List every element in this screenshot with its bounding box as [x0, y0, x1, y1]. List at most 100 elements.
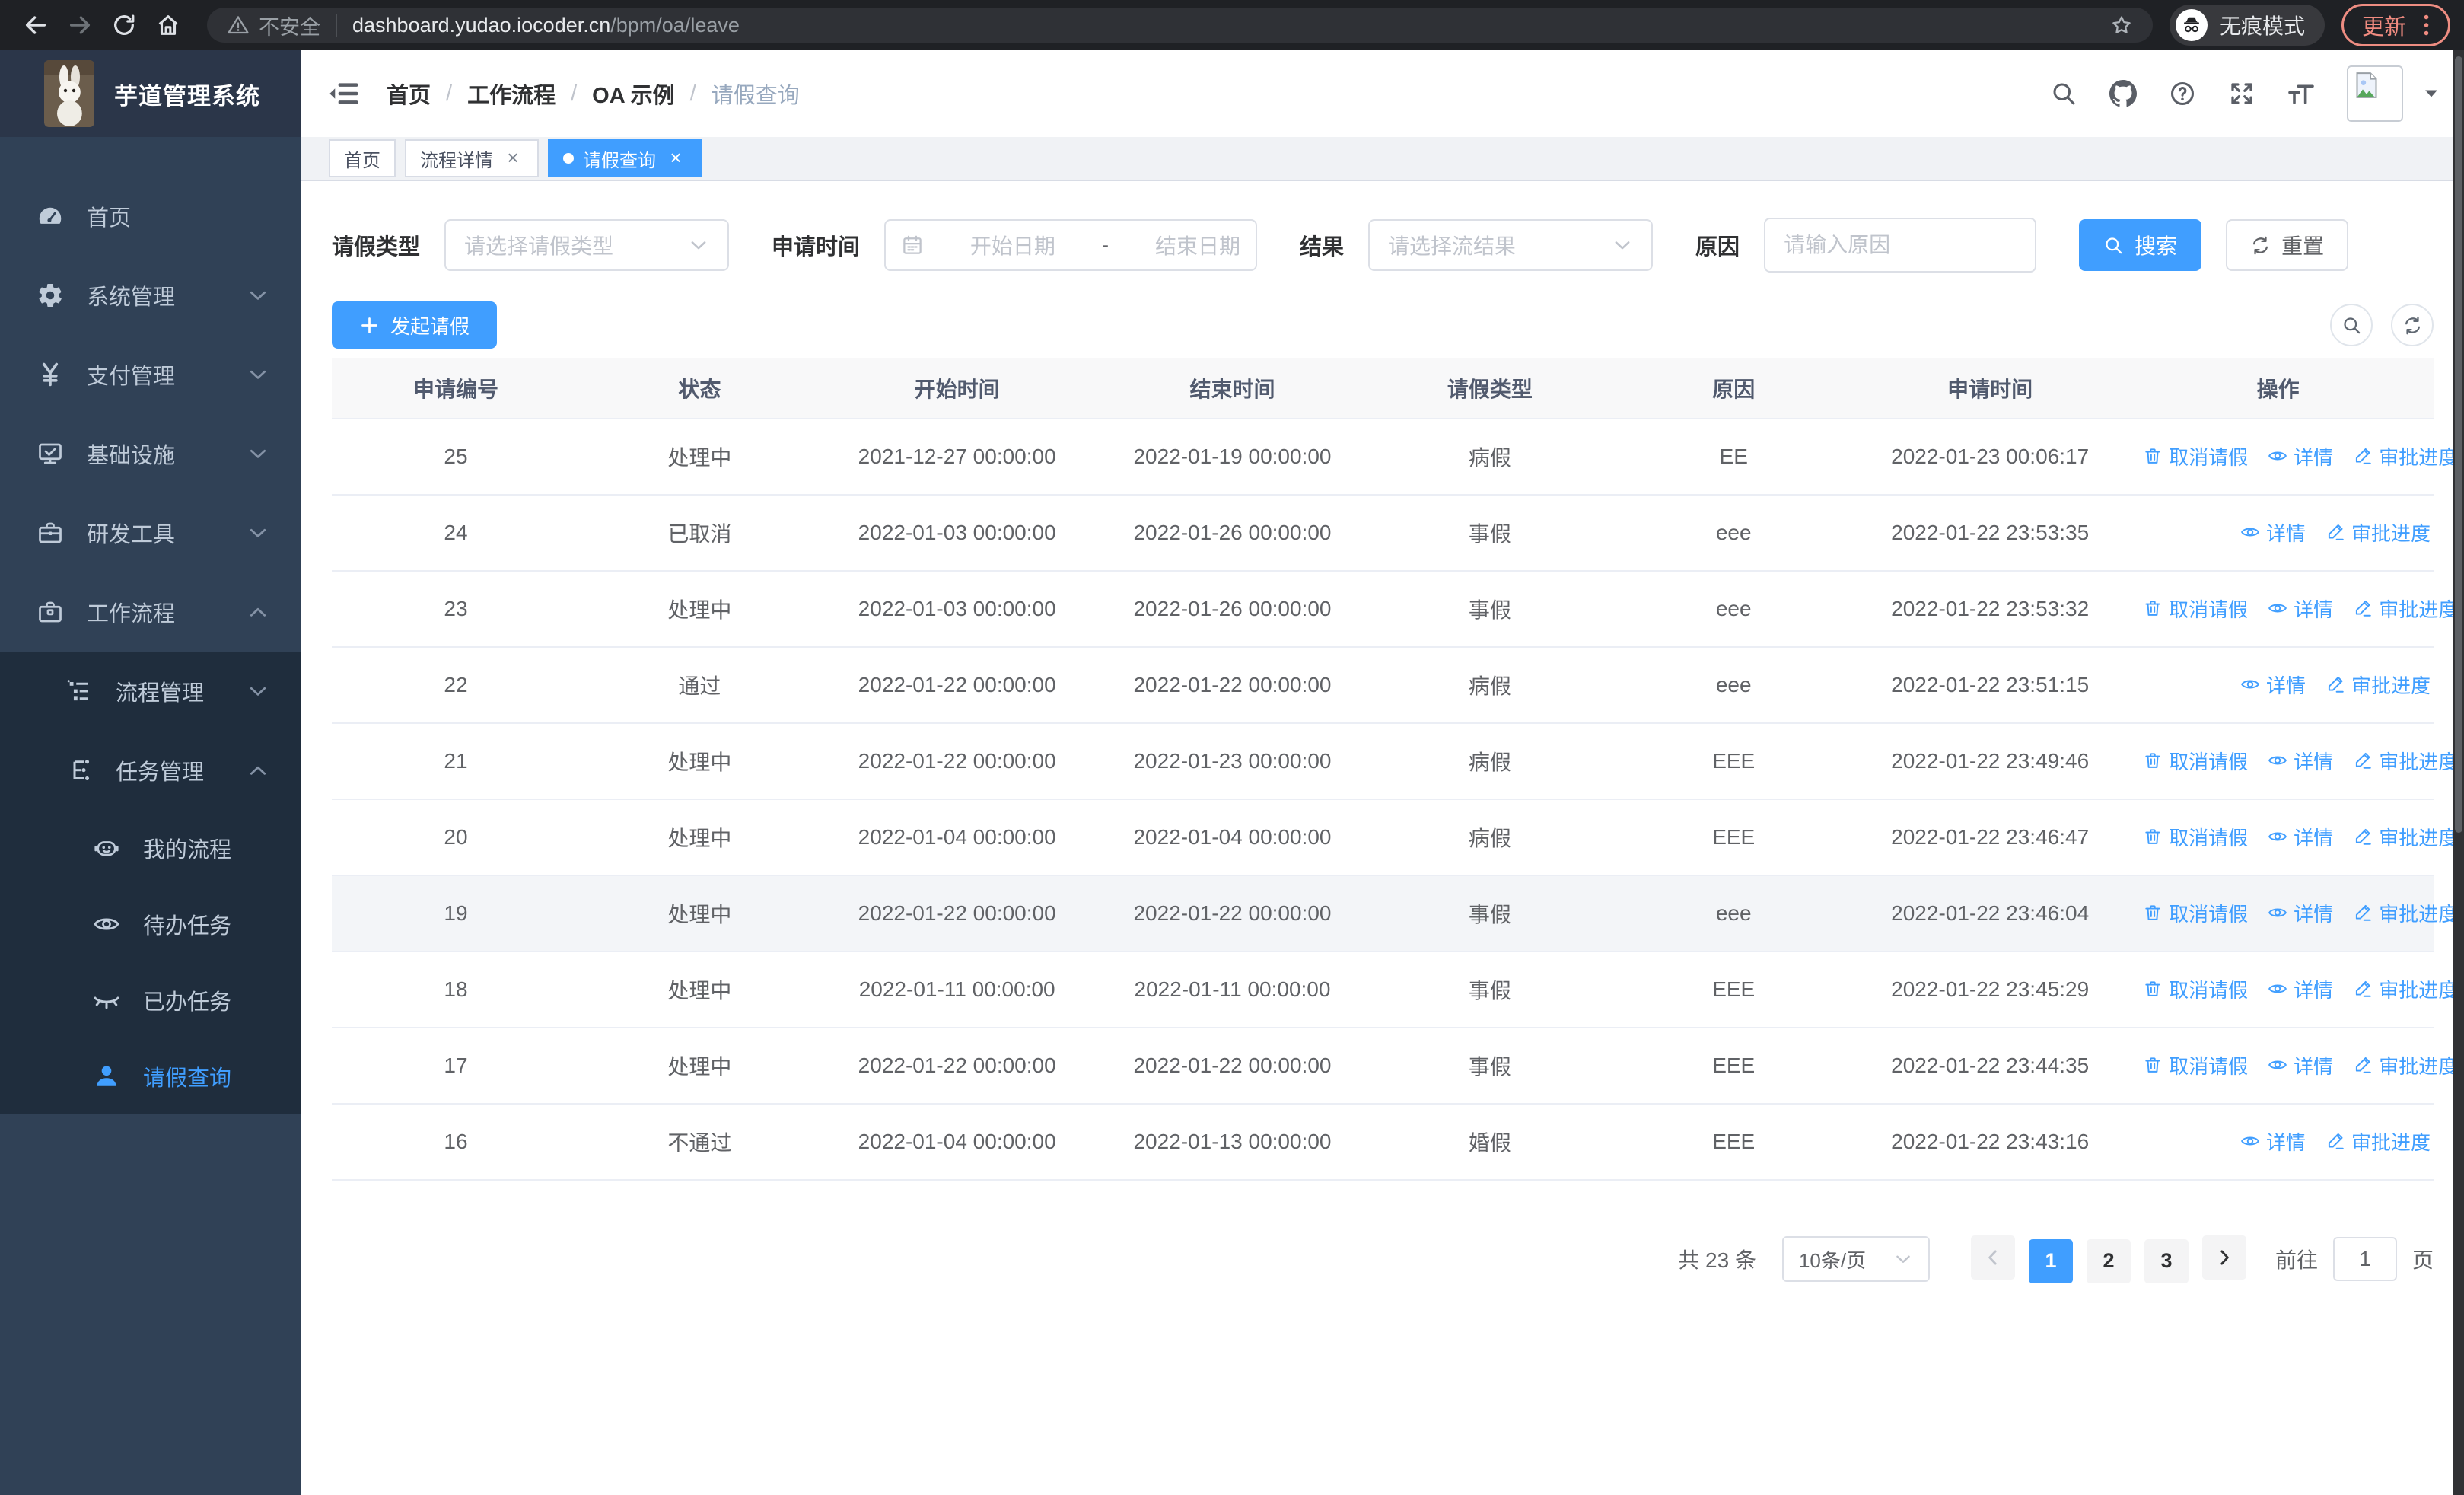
- detail-action-link[interactable]: 详情: [2240, 1127, 2306, 1156]
- reload-button[interactable]: [102, 3, 146, 47]
- column-header: 原因: [1609, 358, 1858, 419]
- forward-button[interactable]: [58, 3, 102, 47]
- url-bar[interactable]: 不安全 dashboard.yudao.iocoder.cn /bpm/oa/l…: [207, 8, 2153, 43]
- goto-page-input[interactable]: [2332, 1237, 2397, 1282]
- detail-action-link[interactable]: 详情: [2268, 899, 2333, 927]
- cell-end-time: 2022-01-26 00:00:00: [1094, 571, 1370, 648]
- hamburger-icon[interactable]: [327, 77, 361, 110]
- scrollbar-thumb[interactable]: [2455, 56, 2462, 833]
- refresh-table-button[interactable]: [2391, 304, 2434, 346]
- security-label[interactable]: 不安全: [259, 11, 320, 40]
- table-row[interactable]: 19 处理中 2022-01-22 00:00:00 2022-01-22 00:00…: [332, 875, 2458, 952]
- cancel-action-link[interactable]: 取消请假: [2143, 442, 2248, 470]
- show-search-button[interactable]: [2330, 304, 2373, 346]
- breadcrumb-item[interactable]: 工作流程: [467, 78, 556, 110]
- progress-action-link[interactable]: 审批进度: [2353, 1051, 2458, 1079]
- progress-action-link[interactable]: 审批进度: [2326, 518, 2431, 547]
- tab-home[interactable]: 首页: [329, 139, 396, 177]
- progress-action-link[interactable]: 审批进度: [2326, 1127, 2431, 1156]
- cell-start-time: 2022-01-04 00:00:00: [819, 799, 1095, 876]
- font-size-icon[interactable]: [2287, 80, 2315, 107]
- sidebar-item-home[interactable]: 首页: [0, 177, 301, 256]
- cancel-action-link[interactable]: 取消请假: [2143, 975, 2248, 1003]
- cancel-action-link[interactable]: 取消请假: [2143, 747, 2248, 775]
- result-select[interactable]: 请选择流结果: [1368, 219, 1654, 271]
- tab-leave-query[interactable]: 请假查询 ×: [548, 139, 702, 177]
- progress-action-link[interactable]: 审批进度: [2353, 975, 2458, 1003]
- home-button[interactable]: [146, 3, 190, 47]
- fullscreen-icon[interactable]: [2228, 80, 2255, 107]
- page-button-2[interactable]: 2: [2086, 1238, 2131, 1283]
- progress-action-link[interactable]: 审批进度: [2326, 671, 2431, 699]
- cell-reason: EE: [1609, 419, 1858, 496]
- progress-action-link[interactable]: 审批进度: [2353, 899, 2458, 927]
- table-row[interactable]: 24 已取消 2022-01-03 00:00:00 2022-01-26 00:00…: [332, 495, 2434, 572]
- cell-end-time: 2022-01-22 00:00:00: [1094, 647, 1370, 724]
- table-row[interactable]: 18 处理中 2022-01-11 00:00:00 2022-01-11 00:00…: [332, 952, 2458, 1028]
- sidebar-item-done-task[interactable]: 已办任务: [0, 962, 301, 1038]
- sidebar-item-devtools[interactable]: 研发工具: [0, 493, 301, 572]
- close-icon[interactable]: ×: [502, 148, 524, 169]
- close-icon[interactable]: ×: [665, 148, 686, 169]
- help-icon[interactable]: [2169, 80, 2196, 107]
- detail-action-link[interactable]: 详情: [2240, 671, 2306, 699]
- cancel-action-link[interactable]: 取消请假: [2143, 899, 2248, 927]
- apply-time-range-picker[interactable]: 开始日期 - 结束日期: [884, 219, 1258, 271]
- back-button[interactable]: [14, 3, 58, 47]
- search-icon[interactable]: [2050, 80, 2077, 107]
- reason-input[interactable]: [1764, 218, 2037, 273]
- table-row[interactable]: 20 处理中 2022-01-04 00:00:00 2022-01-04 00:00…: [332, 799, 2458, 876]
- progress-action-link[interactable]: 审批进度: [2353, 747, 2458, 775]
- progress-action-link[interactable]: 审批进度: [2353, 594, 2458, 623]
- sidebar-item-payment[interactable]: 支付管理: [0, 335, 301, 414]
- github-icon[interactable]: [2109, 80, 2137, 107]
- sidebar-item-leave-query[interactable]: 请假查询: [0, 1038, 301, 1114]
- sidebar-item-my-process[interactable]: 我的流程: [0, 810, 301, 886]
- breadcrumb-item[interactable]: 首页: [387, 78, 431, 110]
- page-button-3[interactable]: 3: [2144, 1238, 2189, 1283]
- chevron-down-icon[interactable]: [2424, 89, 2438, 98]
- tab-process-detail[interactable]: 流程详情 ×: [405, 139, 539, 177]
- cancel-action-link[interactable]: 取消请假: [2143, 1051, 2248, 1079]
- cancel-action-link[interactable]: 取消请假: [2143, 594, 2248, 623]
- table-row[interactable]: 16 不通过 2022-01-04 00:00:00 2022-01-13 00:00…: [332, 1104, 2434, 1181]
- detail-action-link[interactable]: 详情: [2268, 975, 2333, 1003]
- prev-page-button[interactable]: [1970, 1235, 2015, 1280]
- cell-actions: 取消请假 详情 审批进度: [2122, 875, 2458, 952]
- sidebar-item-task-mgmt[interactable]: 任务管理: [0, 731, 301, 810]
- reset-button[interactable]: 重置: [2226, 219, 2349, 271]
- page-button-1[interactable]: 1: [2028, 1238, 2073, 1283]
- cell-leave-type: 病假: [1370, 647, 1610, 724]
- browser-update-button[interactable]: 更新: [2341, 4, 2450, 46]
- cell-actions: 取消请假 详情 审批进度: [2122, 1028, 2458, 1105]
- table-row[interactable]: 23 处理中 2022-01-03 00:00:00 2022-01-26 00:00…: [332, 571, 2458, 648]
- table-row[interactable]: 25 处理中 2021-12-27 00:00:00 2022-01-19 00:00…: [332, 419, 2458, 496]
- progress-action-link[interactable]: 审批进度: [2353, 823, 2458, 851]
- create-leave-button[interactable]: 发起请假: [332, 301, 498, 349]
- table-row[interactable]: 17 处理中 2022-01-22 00:00:00 2022-01-22 00:00…: [332, 1028, 2458, 1105]
- sidebar-item-process-mgmt[interactable]: 流程管理: [0, 652, 301, 731]
- sidebar-item-system[interactable]: 系统管理: [0, 256, 301, 335]
- menu-dots-icon[interactable]: [2423, 14, 2430, 37]
- breadcrumb-item[interactable]: OA 示例: [592, 78, 674, 110]
- bookmark-star-icon[interactable]: [2110, 14, 2133, 37]
- table-row[interactable]: 21 处理中 2022-01-22 00:00:00 2022-01-23 00:00…: [332, 723, 2458, 800]
- cancel-action-link[interactable]: 取消请假: [2143, 823, 2248, 851]
- progress-action-link[interactable]: 审批进度: [2353, 442, 2458, 470]
- date-end-placeholder: 结束日期: [1155, 234, 1241, 258]
- sidebar-item-infra[interactable]: 基础设施: [0, 414, 301, 493]
- next-page-button[interactable]: [2201, 1235, 2246, 1280]
- detail-action-link[interactable]: 详情: [2268, 594, 2333, 623]
- detail-action-link[interactable]: 详情: [2268, 747, 2333, 775]
- detail-action-link[interactable]: 详情: [2268, 442, 2333, 470]
- table-row[interactable]: 22 通过 2022-01-22 00:00:00 2022-01-22 00:00:…: [332, 647, 2434, 724]
- search-button[interactable]: 搜索: [2079, 219, 2202, 271]
- sidebar-item-workflow[interactable]: 工作流程: [0, 572, 301, 652]
- leave-type-select[interactable]: 请选择请假类型: [444, 219, 730, 271]
- detail-action-link[interactable]: 详情: [2268, 1051, 2333, 1079]
- detail-action-link[interactable]: 详情: [2240, 518, 2306, 547]
- page-size-select[interactable]: 10条/页: [1781, 1236, 1930, 1283]
- detail-action-link[interactable]: 详情: [2268, 823, 2333, 851]
- sidebar-item-todo-task[interactable]: 待办任务: [0, 886, 301, 962]
- avatar[interactable]: [2347, 65, 2403, 122]
